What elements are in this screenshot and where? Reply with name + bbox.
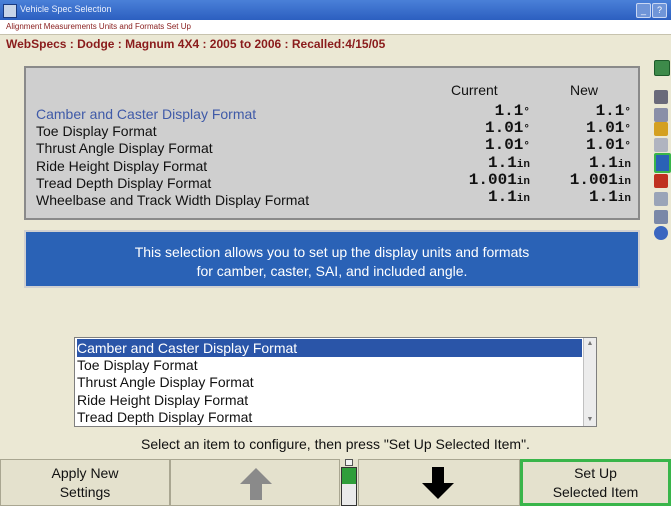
window-title: Vehicle Spec Selection bbox=[20, 4, 112, 14]
format-label-ride-height: Ride Height Display Format bbox=[36, 158, 208, 174]
info-line-1: This selection allows you to set up the … bbox=[134, 244, 530, 260]
scroll-down-icon[interactable]: ▼ bbox=[585, 415, 595, 425]
list-item-toe[interactable]: Toe Display Format bbox=[77, 356, 582, 374]
wheel-icon[interactable] bbox=[654, 138, 668, 152]
list-item-camber-caster[interactable]: Camber and Caster Display Format bbox=[77, 339, 582, 357]
new-value-wheelbase: 1.1in bbox=[588, 188, 631, 206]
tools-icon[interactable] bbox=[654, 122, 668, 136]
minimize-button[interactable]: _ bbox=[636, 3, 651, 18]
screen-subtitle: Alignment Measurements Units and Formats… bbox=[0, 20, 671, 35]
new-column-header: New bbox=[570, 82, 599, 98]
arrow-down-icon bbox=[422, 467, 454, 499]
format-label-toe: Toe Display Format bbox=[36, 123, 157, 139]
format-label-thrust-angle: Thrust Angle Display Format bbox=[36, 140, 213, 156]
list-item-ride-height[interactable]: Ride Height Display Format bbox=[77, 391, 582, 409]
specs-icon[interactable] bbox=[654, 108, 668, 122]
app-icon bbox=[3, 4, 17, 18]
move-down-button[interactable] bbox=[358, 459, 520, 506]
arrow-up-icon bbox=[240, 468, 272, 500]
info-line-2: for camber, caster, SAI, and included an… bbox=[196, 263, 468, 279]
move-up-button[interactable] bbox=[170, 459, 340, 506]
current-value-wheelbase: 1.1in bbox=[487, 188, 530, 206]
help-button[interactable]: ? bbox=[652, 3, 667, 18]
listbox-scrollbar[interactable]: ▲ ▼ bbox=[583, 338, 596, 426]
current-column-header: Current bbox=[451, 82, 498, 98]
setup-icon[interactable] bbox=[654, 153, 671, 173]
format-label-tread-depth: Tread Depth Display Format bbox=[36, 175, 212, 191]
window-titlebar: Vehicle Spec Selection _ ? bbox=[0, 0, 671, 20]
settings-icon[interactable] bbox=[654, 192, 668, 206]
globe-icon[interactable] bbox=[654, 226, 668, 240]
selection-info-box: This selection allows you to set up the … bbox=[24, 230, 640, 288]
screen-subtitle-text: Alignment Measurements Units and Formats… bbox=[6, 22, 191, 31]
list-item-tread-depth[interactable]: Tread Depth Display Format bbox=[77, 408, 582, 426]
current-value-thrust-angle: 1.01° bbox=[484, 136, 530, 154]
help-book-icon[interactable] bbox=[654, 210, 668, 224]
warning-icon[interactable] bbox=[654, 174, 668, 188]
apply-new-settings-button[interactable]: Apply New Settings bbox=[0, 459, 170, 506]
formats-panel: Current New Camber and Caster Display Fo… bbox=[24, 66, 640, 220]
set-up-selected-item-button[interactable]: Set Up Selected Item bbox=[520, 459, 671, 506]
setup-button-line1: Set Up bbox=[574, 465, 617, 481]
position-marker bbox=[345, 459, 353, 466]
format-label-camber-caster: Camber and Caster Display Format bbox=[36, 106, 257, 122]
format-label-wheelbase: Wheelbase and Track Width Display Format bbox=[36, 192, 310, 208]
printer-icon[interactable] bbox=[654, 90, 668, 104]
format-listbox[interactable]: Camber and Caster Display Format Toe Dis… bbox=[74, 337, 597, 427]
list-position-indicator bbox=[340, 459, 358, 506]
scroll-up-icon[interactable]: ▲ bbox=[585, 339, 595, 349]
new-value-thrust-angle: 1.01° bbox=[585, 136, 631, 154]
apply-button-line1: Apply New bbox=[51, 465, 119, 481]
vehicle-spec-line: WebSpecs : Dodge : Magnum 4X4 : 2005 to … bbox=[6, 37, 386, 51]
position-fill bbox=[342, 468, 356, 484]
setup-button-line2: Selected Item bbox=[552, 484, 639, 500]
apply-button-line2: Settings bbox=[59, 484, 111, 500]
list-item-thrust-angle[interactable]: Thrust Angle Display Format bbox=[77, 373, 582, 391]
alignment-icon[interactable] bbox=[654, 60, 670, 76]
instruction-hint: Select an item to configure, then press … bbox=[141, 436, 530, 452]
